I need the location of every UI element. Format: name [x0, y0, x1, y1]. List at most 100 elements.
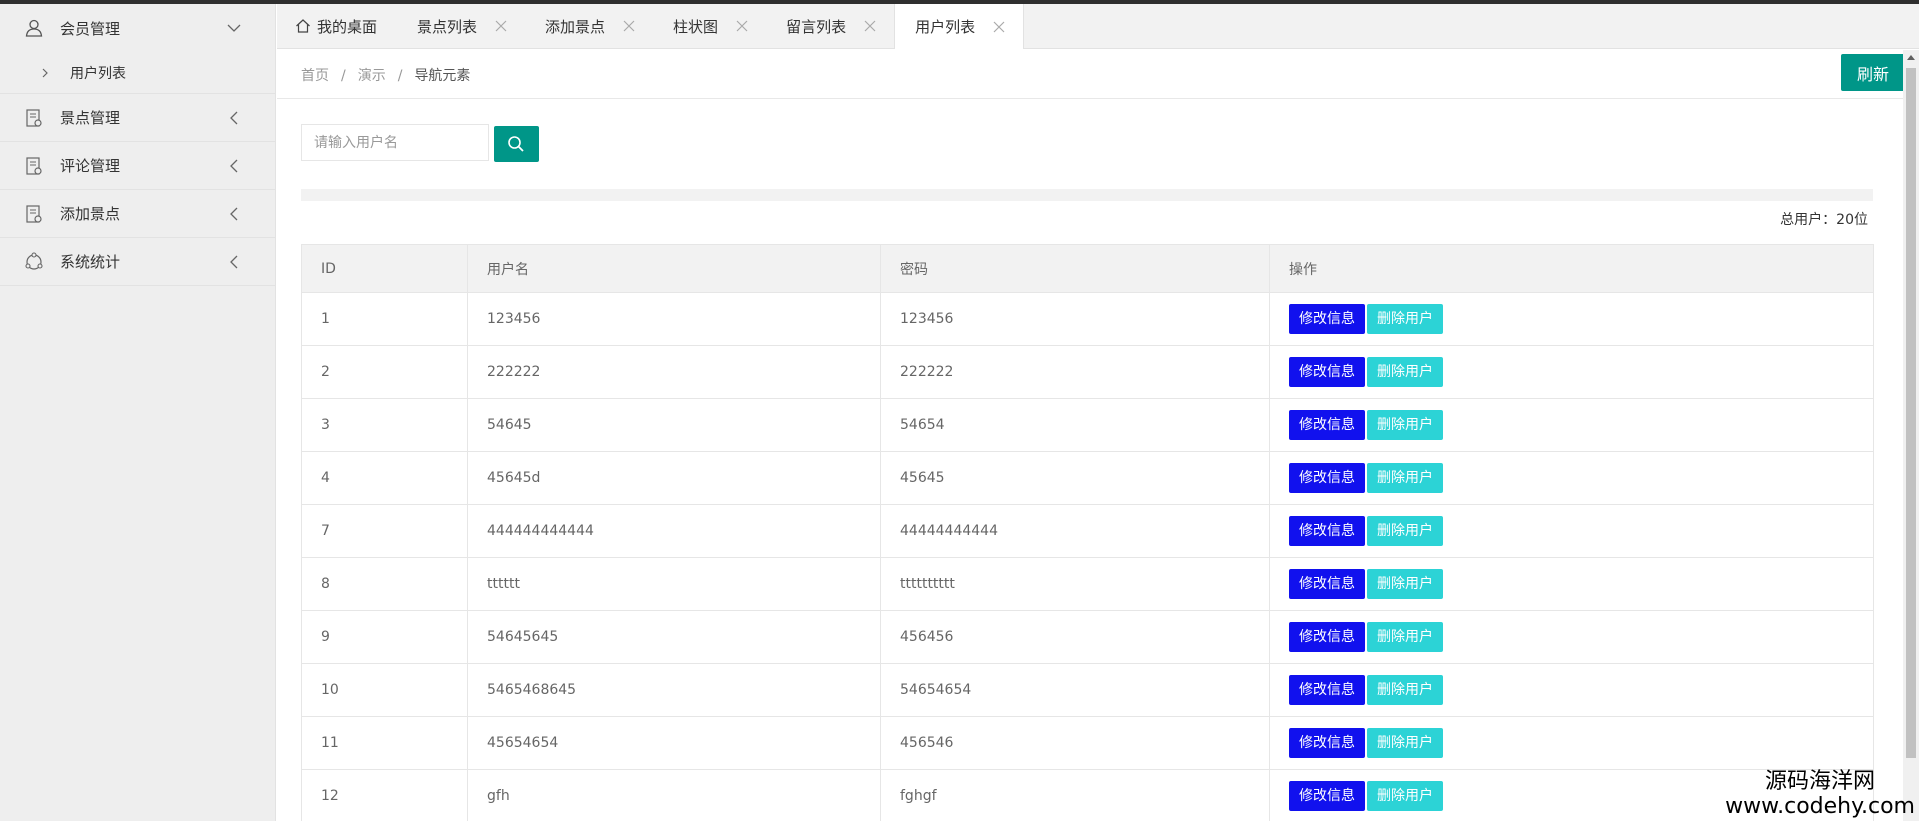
cell-id: 12: [301, 769, 468, 821]
tab-scenic-list[interactable]: 景点列表: [397, 4, 525, 48]
delete-user-button[interactable]: 删除用户: [1367, 728, 1443, 758]
tab-label: 留言列表: [786, 17, 847, 36]
document-icon: [26, 204, 42, 223]
sidebar-item-comment-management[interactable]: 评论管理: [0, 142, 275, 190]
sidebar-item-add-scenic[interactable]: 添加景点: [0, 190, 275, 238]
edit-info-button[interactable]: 修改信息: [1289, 304, 1365, 334]
search-button[interactable]: [494, 126, 539, 162]
cell-id: 8: [301, 557, 468, 611]
delete-user-button[interactable]: 删除用户: [1367, 463, 1443, 493]
delete-user-button[interactable]: 删除用户: [1367, 622, 1443, 652]
sidebar-item-label: 会员管理: [60, 19, 121, 38]
cell-password: 456546: [880, 716, 1270, 770]
cell-password: tttttttttt: [880, 557, 1270, 611]
cell-id: 9: [301, 610, 468, 664]
delete-user-button[interactable]: 删除用户: [1367, 516, 1443, 546]
user-table: ID 用户名 密码 操作 1 123456 123456 修改信息 删除用户 2 22222…: [301, 244, 1874, 821]
edit-info-button[interactable]: 修改信息: [1289, 781, 1365, 811]
tab-user-list[interactable]: 用户列表: [894, 4, 1025, 49]
delete-user-button[interactable]: 删除用户: [1367, 569, 1443, 599]
close-icon[interactable]: [736, 20, 748, 32]
sidebar-item-scenic-management[interactable]: 景点管理: [0, 94, 275, 142]
tab-bar-chart[interactable]: 柱状图: [653, 4, 766, 48]
cell-password: 44444444444: [880, 504, 1270, 558]
cell-actions: 修改信息 删除用户: [1269, 610, 1874, 664]
watermark: 源码海洋网 www.codehy.com: [1725, 769, 1915, 819]
delete-user-button[interactable]: 删除用户: [1367, 304, 1443, 334]
table-row: 10 5465468645 54654654 修改信息 删除用户: [301, 663, 1874, 717]
table-row: 3 54645 54654 修改信息 删除用户: [301, 398, 1874, 452]
tab-my-desktop[interactable]: 我的桌面: [277, 4, 397, 48]
cell-id: 10: [301, 663, 468, 717]
breadcrumb-separator: /: [397, 68, 403, 84]
chevron-left-icon: [230, 207, 238, 220]
close-icon[interactable]: [623, 20, 635, 32]
table-row: 7 444444444444 44444444444 修改信息 删除用户: [301, 504, 1874, 558]
edit-info-button[interactable]: 修改信息: [1289, 622, 1365, 652]
cell-id: 2: [301, 345, 468, 399]
cell-username: 45654654: [467, 716, 881, 770]
edit-info-button[interactable]: 修改信息: [1289, 357, 1365, 387]
delete-user-button[interactable]: 删除用户: [1367, 675, 1443, 705]
edit-info-button[interactable]: 修改信息: [1289, 463, 1365, 493]
sidebar-subitem-label: 用户列表: [70, 65, 126, 82]
cell-actions: 修改信息 删除用户: [1269, 716, 1874, 770]
column-header-id: ID: [301, 244, 468, 293]
table-row: 1 123456 123456 修改信息 删除用户: [301, 292, 1874, 346]
cell-id: 11: [301, 716, 468, 770]
cell-actions: 修改信息 删除用户: [1269, 663, 1874, 717]
close-icon[interactable]: [864, 20, 876, 32]
delete-user-button[interactable]: 删除用户: [1367, 781, 1443, 811]
table-row: 9 54645645 456456 修改信息 删除用户: [301, 610, 1874, 664]
scrollbar[interactable]: [1903, 50, 1919, 821]
sidebar-item-member-management[interactable]: 会员管理: [0, 4, 275, 52]
edit-info-button[interactable]: 修改信息: [1289, 410, 1365, 440]
table-body: 1 123456 123456 修改信息 删除用户 2 222222 222222 修改信息 删除…: [301, 292, 1874, 821]
breadcrumb-separator: /: [341, 68, 346, 84]
table-row: 11 45654654 456546 修改信息 删除用户: [301, 716, 1874, 770]
scrollbar-thumb[interactable]: [1906, 68, 1916, 758]
table-row: 8 tttttt tttttttttt 修改信息 删除用户: [301, 557, 1874, 611]
cell-username: gfh: [467, 769, 881, 821]
tab-bar: 我的桌面 景点列表 添加景点 柱状图 留言列表 用户列表: [277, 4, 1919, 49]
cell-actions: 修改信息 删除用户: [1269, 504, 1874, 558]
breadcrumb-link-home[interactable]: 首页: [301, 65, 329, 85]
column-header-username: 用户名: [467, 244, 881, 293]
document-icon: [26, 108, 42, 127]
cell-username: 54645645: [467, 610, 881, 664]
breadcrumb-link-demo[interactable]: 演示: [358, 65, 386, 85]
sidebar-item-label: 景点管理: [60, 109, 121, 127]
sidebar-item-label: 系统统计: [60, 253, 121, 271]
refresh-button[interactable]: 刷新: [1841, 54, 1905, 91]
close-icon[interactable]: [993, 21, 1005, 33]
delete-user-button[interactable]: 删除用户: [1367, 357, 1443, 387]
sidebar-subitem-user-list[interactable]: 用户列表: [0, 52, 275, 94]
stats-icon: [25, 251, 43, 270]
tab-label: 我的桌面: [317, 17, 378, 36]
edit-info-button[interactable]: 修改信息: [1289, 728, 1365, 758]
scroll-up-arrow-icon[interactable]: [1907, 54, 1915, 62]
delete-user-button[interactable]: 删除用户: [1367, 410, 1443, 440]
tab-add-scenic[interactable]: 添加景点: [525, 4, 653, 48]
close-icon[interactable]: [495, 20, 507, 32]
cell-password: 456456: [880, 610, 1270, 664]
chevron-left-icon: [230, 159, 238, 172]
cell-id: 3: [301, 398, 468, 452]
table-row: 4 45645d 45645 修改信息 删除用户: [301, 451, 1874, 505]
edit-info-button[interactable]: 修改信息: [1289, 516, 1365, 546]
cell-username: 45645d: [467, 451, 881, 505]
tab-label: 景点列表: [417, 17, 478, 36]
sidebar-item-system-stats[interactable]: 系统统计: [0, 238, 275, 286]
cell-password: 45645: [880, 451, 1270, 505]
cell-actions: 修改信息 删除用户: [1269, 345, 1874, 399]
cell-password: 54654: [880, 398, 1270, 452]
breadcrumb-bar: 首页 / 演示 / 导航元素 刷新: [277, 50, 1905, 99]
tab-message-list[interactable]: 留言列表: [766, 4, 894, 48]
edit-info-button[interactable]: 修改信息: [1289, 675, 1365, 705]
tab-label: 柱状图: [673, 17, 719, 36]
table-row: 2 222222 222222 修改信息 删除用户: [301, 345, 1874, 399]
cell-password: 123456: [880, 292, 1270, 346]
search-input[interactable]: [301, 124, 489, 161]
table-row: 12 gfh fghgf 修改信息 删除用户: [301, 769, 1874, 821]
edit-info-button[interactable]: 修改信息: [1289, 569, 1365, 599]
